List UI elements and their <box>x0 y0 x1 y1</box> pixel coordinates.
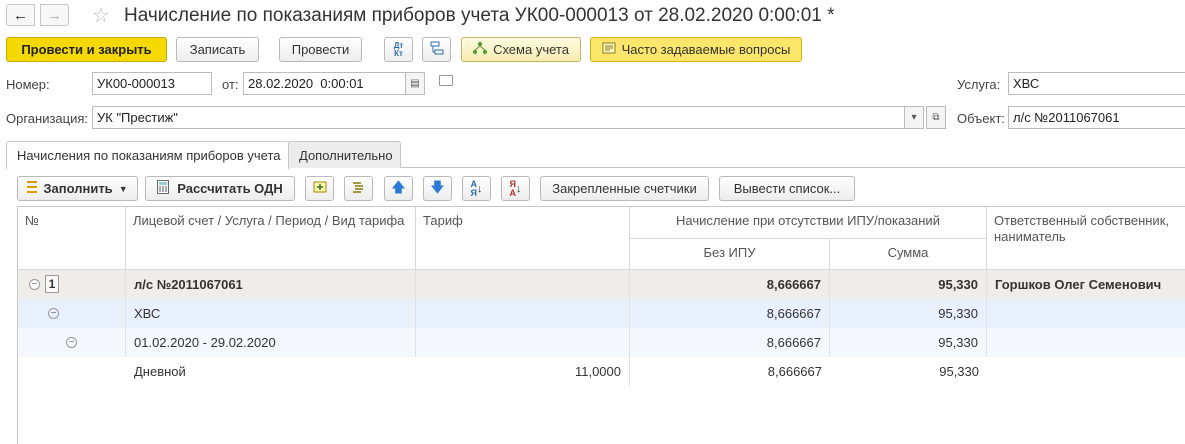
header-sum[interactable]: Сумма <box>830 239 987 270</box>
sort-asc-button[interactable]: А Я ↓ <box>462 176 491 201</box>
cell-tariff <box>416 270 630 299</box>
cell-without-ipu: 8,666667 <box>767 364 822 379</box>
sort-arrow-icon: ↓ <box>477 182 483 195</box>
cell-tariff <box>416 328 630 357</box>
calendar-icon: ▤ <box>410 78 420 89</box>
add-group-icon <box>313 181 327 196</box>
cell-without-ipu: 8,666667 <box>630 328 830 357</box>
object-label: Объект: <box>957 111 1005 126</box>
list-icon <box>352 181 366 196</box>
cell-owner <box>987 357 1185 386</box>
dt-kt-button[interactable]: Дт Кт <box>384 37 413 62</box>
table-row[interactable]: − ХВС 8,666667 95,330 <box>18 299 1185 328</box>
organization-field[interactable] <box>92 106 905 129</box>
cell-account: л/с №2011067061 <box>126 270 416 299</box>
structure-button[interactable] <box>422 37 451 62</box>
faq-icon <box>602 42 616 57</box>
cell-sum: 95,330 <box>830 299 987 328</box>
organization-label: Организация: <box>6 111 89 126</box>
forward-button[interactable]: → <box>40 4 69 26</box>
cell-account: 01.02.2020 - 29.02.2020 <box>126 328 416 357</box>
header-tariff[interactable]: Тариф <box>416 207 630 270</box>
chevron-down-icon: ▼ <box>118 183 128 194</box>
accounting-schema-label: Схема учета <box>493 42 569 57</box>
arrow-up-icon: 🡅 <box>391 178 406 195</box>
cell-account: ХВС <box>126 299 416 328</box>
fill-icon <box>27 180 38 197</box>
header-account[interactable]: Лицевой счет / Услуга / Период / Вид тар… <box>126 207 416 270</box>
date-label: от: <box>222 77 239 92</box>
cell-owner <box>987 299 1185 328</box>
dt-kt-icon: Дт Кт <box>393 40 404 58</box>
accruals-table: № Лицевой счет / Услуга / Период / Вид т… <box>17 206 1185 444</box>
arrow-left-icon: ← <box>13 6 28 24</box>
number-label: Номер: <box>6 77 50 92</box>
calc-odn-button[interactable]: Рассчитать ОДН <box>145 176 295 201</box>
table-row[interactable]: Дневной 11,0000 8,666667 95,330 <box>18 357 1185 386</box>
tab-meter-accruals[interactable]: Начисления по показаниям приборов учета <box>6 141 289 169</box>
sort-arrow-icon: ↓ <box>516 182 522 195</box>
service-label: Услуга: <box>957 77 1001 92</box>
chevron-down-icon: ▾ <box>911 112 917 123</box>
calc-odn-label: Рассчитать ОДН <box>177 181 283 196</box>
calculator-icon <box>157 180 170 197</box>
comment-icon[interactable] <box>439 75 453 86</box>
header-owner[interactable]: Ответственный собственник, наниматель <box>987 207 1185 270</box>
calendar-button[interactable]: ▤ <box>405 72 425 95</box>
post-button[interactable]: Провести <box>279 37 362 62</box>
object-field[interactable] <box>1008 106 1185 129</box>
arrow-right-icon: → <box>47 6 62 24</box>
cell-account: Дневной <box>134 364 186 379</box>
organization-dropdown-button[interactable]: ▾ <box>904 106 924 129</box>
cell-sum: 95,330 <box>830 270 987 299</box>
table-row[interactable]: − 1 л/с №2011067061 8,666667 95,330 Горш… <box>18 270 1185 299</box>
tab-additional[interactable]: Дополнительно <box>288 141 401 168</box>
table-row[interactable]: − 01.02.2020 - 29.02.2020 8,666667 95,33… <box>18 328 1185 357</box>
cell-without-ipu: 8,666667 <box>630 299 830 328</box>
schema-icon <box>473 42 488 57</box>
date-field[interactable] <box>243 72 406 95</box>
add-group-button[interactable] <box>305 176 334 201</box>
post-and-close-button[interactable]: Провести и закрыть <box>6 37 167 62</box>
open-icon: ⧉ <box>932 112 940 123</box>
move-down-button[interactable]: 🡇 <box>423 176 452 201</box>
move-up-button[interactable]: 🡅 <box>384 176 413 201</box>
edit-list-button[interactable] <box>344 176 373 201</box>
arrow-down-icon: 🡇 <box>430 178 445 195</box>
accounting-schema-button[interactable]: Схема учета <box>461 37 581 62</box>
service-field[interactable] <box>1008 72 1185 95</box>
page-title: Начисление по показаниям приборов учета … <box>124 5 835 26</box>
faq-button[interactable]: Часто задаваемые вопросы <box>590 37 802 62</box>
sort-desc-button[interactable]: Я А ↓ <box>501 176 530 201</box>
hierarchy-icon <box>430 41 444 58</box>
back-button[interactable]: ← <box>6 4 35 26</box>
cell-owner: Горшков Олег Семенович <box>995 277 1162 292</box>
pinned-meters-button[interactable]: Закрепленные счетчики <box>540 176 709 201</box>
cell-owner <box>987 328 1185 357</box>
cell-sum: 95,330 <box>939 364 979 379</box>
fill-button[interactable]: Заполнить ▼ <box>17 176 138 201</box>
number-field[interactable] <box>92 72 212 95</box>
output-list-button[interactable]: Вывести список... <box>719 176 855 201</box>
header-num[interactable]: № <box>18 207 126 270</box>
cell-sum: 95,330 <box>830 328 987 357</box>
cell-without-ipu: 8,666667 <box>630 270 830 299</box>
fill-label: Заполнить <box>43 181 113 196</box>
cell-tariff: 11,0000 <box>416 357 630 386</box>
favorite-star-icon[interactable]: ☆ <box>92 3 110 28</box>
header-accrual-group: Начисление при отсутствии ИПУ/показаний <box>630 207 987 239</box>
organization-open-button[interactable]: ⧉ <box>926 106 946 129</box>
write-button[interactable]: Записать <box>176 37 259 62</box>
header-without-ipu[interactable]: Без ИПУ <box>630 239 830 270</box>
cell-tariff <box>416 299 630 328</box>
faq-label: Часто задаваемые вопросы <box>621 42 791 57</box>
